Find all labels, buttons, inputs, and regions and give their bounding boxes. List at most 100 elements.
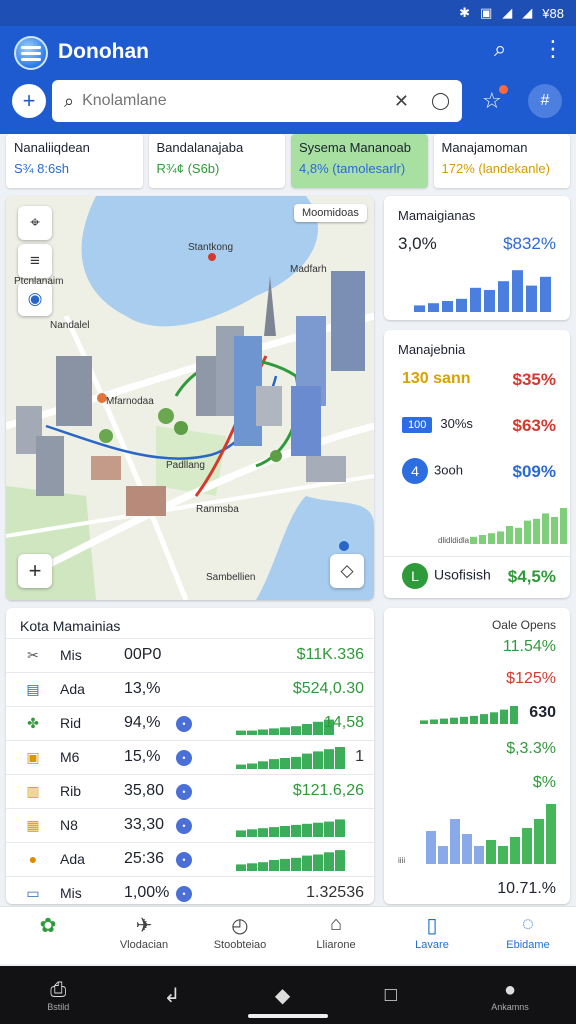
stat-title: Nanaliiqdean: [14, 140, 90, 155]
chart-bar: [450, 819, 460, 864]
chat-icon: ◌: [522, 913, 534, 935]
table-row[interactable]: ✤ Rid 94,% • 14,58: [6, 706, 374, 740]
row-name: Ada: [60, 851, 85, 867]
info-dot-icon[interactable]: •: [176, 750, 192, 766]
system-right-button[interactable]: ● Ankamns: [491, 979, 529, 1012]
chart-bar: [474, 846, 484, 864]
row-percent: 00P0: [124, 646, 162, 663]
table-row[interactable]: ▦ N8 33,30 •: [6, 808, 374, 842]
nav-item-stoobteiao[interactable]: ◴ Stoobteiao: [192, 907, 288, 964]
stat-card[interactable]: Sysema Mananoab 4,8% (tamolesarlr): [291, 134, 428, 188]
chart-bar: [470, 536, 477, 544]
spark-bar: [280, 758, 290, 769]
row-name: Ada: [60, 681, 85, 697]
spark-bar: [302, 753, 312, 769]
nav-item-vlodacian[interactable]: ✈ Vlodacian: [96, 907, 192, 964]
row-percent: 33,30: [124, 816, 165, 833]
more-menu-icon[interactable]: ⋮: [540, 36, 566, 66]
home-icon: ⌂: [329, 913, 343, 935]
map-filter-chip[interactable]: Moomidoas: [294, 204, 367, 222]
footer-row[interactable]: L Usofisish $4,5%: [384, 556, 570, 596]
locate-button[interactable]: ⌖: [18, 206, 52, 240]
stats-strip: Nanaliiqdean S¾ 8:6sh Bandalanajaba R¾¢ …: [6, 134, 570, 188]
nav-item-lavare[interactable]: ▯ Lavare: [384, 907, 480, 964]
stat-card[interactable]: Nanaliiqdean S¾ 8:6sh: [6, 134, 143, 188]
chart-bar: [428, 303, 439, 312]
directions-button[interactable]: ◇: [330, 554, 364, 588]
clear-icon[interactable]: ✕: [394, 91, 409, 112]
spark-bar: [258, 729, 268, 735]
nav-label: Vlodacian: [119, 939, 169, 951]
table-row[interactable]: ▭ Mis 1,00% • 1.32536: [6, 876, 374, 904]
system-left-button[interactable]: ⎙ Bstild: [47, 979, 69, 1012]
app-logo: [14, 36, 48, 70]
summary-card[interactable]: Mamaigianas 3,0% $832%: [384, 196, 570, 320]
spark-bar: [313, 721, 323, 735]
row-name: N8: [60, 817, 78, 833]
info-dot-icon[interactable]: •: [176, 716, 192, 732]
table-row[interactable]: ● Ada 25:36 •: [6, 842, 374, 876]
grid-icon[interactable]: #: [528, 84, 562, 118]
spark-bar: [258, 862, 268, 871]
clock-icon: ◴: [231, 915, 249, 937]
chart-bar: [534, 819, 544, 864]
inbox-icon: ⎙: [50, 978, 67, 1001]
spark-bar: [324, 852, 334, 871]
table-row[interactable]: ▤ Ada 13,% $524,0.30: [6, 672, 374, 706]
data-table: Kota Mamainias ✂ Mis 00P0 $11K.336 ▤ Ada 13,% $…: [6, 608, 374, 904]
stat-value: R¾¢ (S6b): [156, 161, 220, 176]
brand-icon: ✿: [39, 915, 57, 937]
gesture-bar[interactable]: [248, 1014, 328, 1018]
info-dot-icon[interactable]: •: [176, 784, 192, 800]
spark-bar: [269, 827, 279, 837]
stat-card[interactable]: Manajamoman 172% (landekanle): [433, 134, 570, 188]
spark-bar: [258, 828, 268, 837]
search-input[interactable]: [82, 92, 388, 110]
nav-item-brand[interactable]: ✿: [0, 907, 96, 964]
nav-item-ebidame[interactable]: ◌ Ebidame: [480, 907, 576, 964]
nav-item-lliarone[interactable]: ⌂ Lliarone: [288, 907, 384, 964]
chart-bar: [438, 846, 448, 864]
nav-label: Lavare: [415, 939, 449, 951]
chart-bar: [560, 508, 567, 544]
breakdown-card[interactable]: Manajebnia 130 sann $35% 100 30%s $63% 43…: [384, 330, 570, 598]
info-dot-icon[interactable]: •: [176, 818, 192, 834]
stat-card[interactable]: Bandalanajaba R¾¢ (S6b): [148, 134, 285, 188]
info-dot-icon[interactable]: •: [176, 886, 192, 902]
spark-bar: [302, 855, 312, 871]
recents-button[interactable]: □: [385, 984, 397, 1007]
status-bar: ✱ ▣ ◢ ◢ ¥88: [0, 0, 576, 26]
search-icon[interactable]: ⌕: [494, 36, 520, 62]
spark-bar: [335, 819, 345, 837]
zoom-in-button[interactable]: +: [18, 554, 52, 588]
spark-bar: [470, 715, 478, 724]
pin-star-icon[interactable]: ☆: [482, 85, 508, 114]
chart-bar: [414, 305, 425, 312]
spark-bar: [440, 718, 448, 724]
city-map[interactable]: ⌖ ≡ ◉ + ◇ Moomidoas Stantkong Madfarh Pt…: [6, 196, 374, 600]
table-row[interactable]: ▥ Rib 35,80 • $121.6,26: [6, 774, 374, 808]
table-row[interactable]: ✂ Mis 00P0 $11K.336: [6, 638, 374, 672]
row-percent: 1,00%: [124, 884, 170, 901]
spark-bar: [500, 709, 508, 724]
spark-bar: [313, 751, 323, 769]
stat-value: 172% (landekanle): [441, 161, 550, 176]
chart-bar: [506, 526, 513, 544]
spark-bar: [420, 720, 428, 724]
system-nav: ⎙ Bstild ↲ ◆ □ ● Ankamns: [0, 966, 576, 1024]
info-dot-icon[interactable]: •: [176, 852, 192, 868]
folder-icon: ▥: [26, 783, 40, 799]
home-button[interactable]: ◆: [275, 983, 290, 1008]
row-value: $524,0.30: [292, 680, 364, 697]
spark-bar: [269, 728, 279, 735]
nav-label: Ebidame: [506, 939, 550, 951]
drop-icon: ●: [28, 851, 38, 867]
stat-title: Sysema Mananoab: [299, 140, 412, 155]
add-button[interactable]: +: [12, 84, 46, 118]
table-row[interactable]: ▣ M6 15,% • 1: [6, 740, 374, 774]
profile-icon[interactable]: ◯: [431, 91, 450, 111]
layers-button[interactable]: ≡: [18, 244, 52, 278]
pin-button[interactable]: ◉: [18, 282, 52, 316]
back-button[interactable]: ↲: [164, 983, 181, 1008]
row-percent: 35,80: [124, 782, 165, 799]
